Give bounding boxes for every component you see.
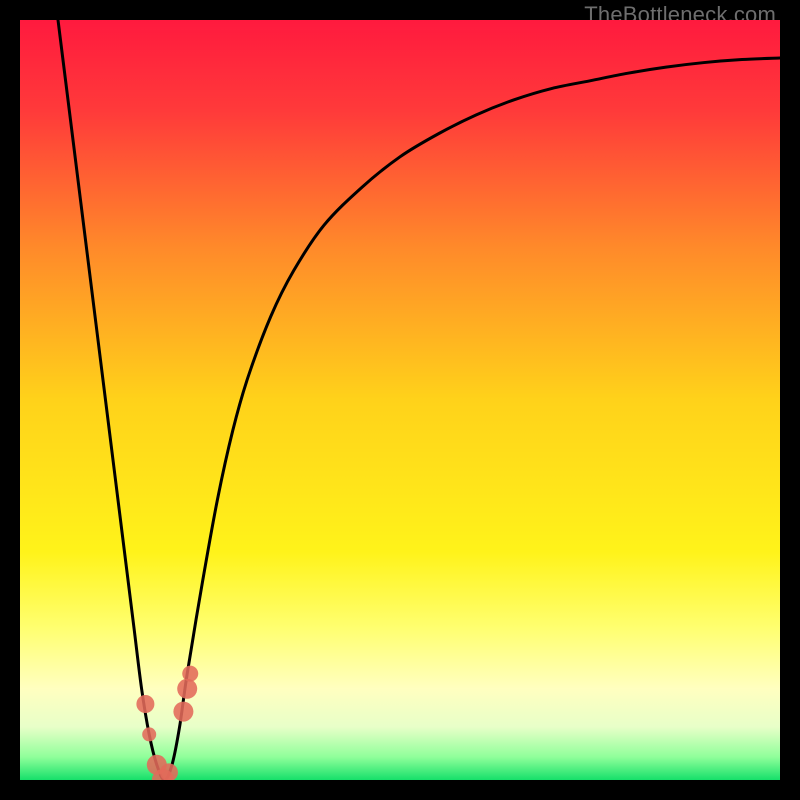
- chart-frame: [20, 20, 780, 780]
- data-point: [182, 666, 198, 682]
- data-point: [177, 679, 197, 699]
- data-point: [142, 727, 156, 741]
- bottleneck-chart: [20, 20, 780, 780]
- data-point: [136, 695, 154, 713]
- gradient-background: [20, 20, 780, 780]
- data-point: [173, 702, 193, 722]
